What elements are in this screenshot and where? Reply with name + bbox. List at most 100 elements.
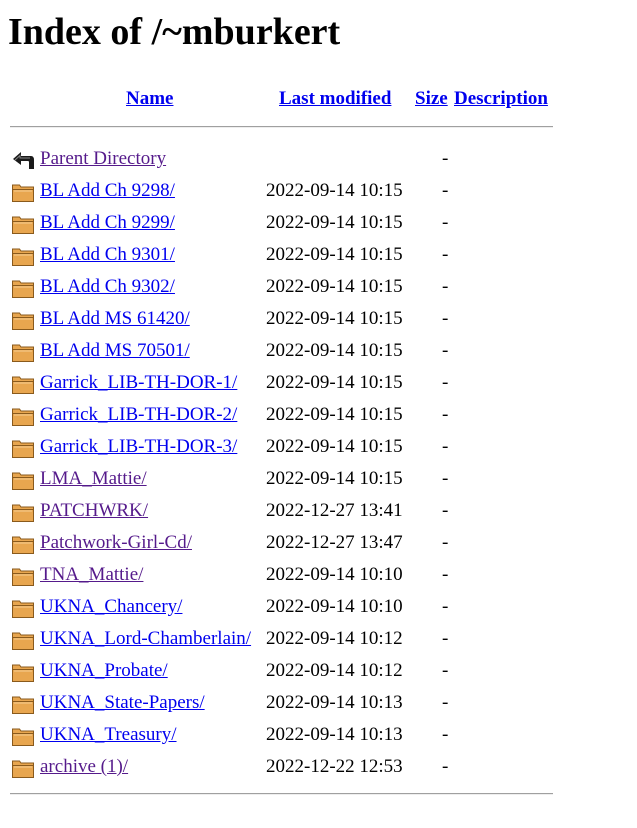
directory-row: TNA_Mattie/2022-09-14 10:10 - [0,562,637,594]
directory-row: BL Add Ch 9301/2022-09-14 10:15 - [0,242,637,274]
directory-row: UKNA_Chancery/2022-09-14 10:10 - [0,594,637,626]
directory-row: archive (1)/ 2022-12-22 12:53 - [0,754,637,786]
directory-link[interactable]: UKNA_State-Papers/ [40,692,205,714]
footer-divider [10,793,553,795]
last-modified-cell: 2022-12-22 12:53 [266,756,403,777]
directory-row: BL Add Ch 9302/2022-09-14 10:15 - [0,274,637,306]
directory-row: UKNA_Lord-Chamberlain/2022-09-14 10:12 - [0,626,637,658]
header-divider [10,126,553,128]
last-modified-cell: 2022-12-27 13:41 [266,500,403,521]
last-modified-cell: 2022-09-14 10:12 [266,628,403,649]
last-modified-cell: 2022-09-14 10:10 [266,564,403,585]
folder-icon [11,468,35,492]
size-cell: - [442,596,449,617]
size-cell: - [442,692,449,713]
back-arrow-icon [11,148,35,172]
directory-link[interactable]: Patchwork-Girl-Cd/ [40,532,192,554]
last-modified-cell: 2022-09-14 10:15 [266,244,403,265]
size-cell: - [442,212,449,233]
parent-directory-row: Parent Directory - [0,146,637,178]
directory-row: BL Add MS 70501/2022-09-14 10:15 - [0,338,637,370]
directory-row: Patchwork-Girl-Cd/2022-12-27 13:47 - [0,530,637,562]
directory-row: Garrick_LIB-TH-DOR-3/2022-09-14 10:15 - [0,434,637,466]
directory-link[interactable]: Garrick_LIB-TH-DOR-1/ [40,372,237,394]
column-header-size[interactable]: Size [415,88,448,110]
directory-link[interactable]: BL Add Ch 9302/ [40,276,175,298]
directory-row: LMA_Mattie/2022-09-14 10:15 - [0,466,637,498]
folder-icon [11,276,35,300]
directory-row: UKNA_Probate/2022-09-14 10:12 - [0,658,637,690]
directory-link[interactable]: PATCHWRK/ [40,500,148,522]
directory-row: BL Add Ch 9298/2022-09-14 10:15 - [0,178,637,210]
directory-link[interactable]: Garrick_LIB-TH-DOR-3/ [40,436,237,458]
directory-row: BL Add Ch 9299/2022-09-14 10:15 - [0,210,637,242]
folder-icon [11,692,35,716]
parent-directory-link[interactable]: Parent Directory [40,148,166,170]
last-modified-cell: 2022-09-14 10:15 [266,436,403,457]
last-modified-cell: 2022-09-14 10:15 [266,180,403,201]
size-cell: - [442,756,449,777]
size-cell: - [442,660,449,681]
directory-link[interactable]: LMA_Mattie/ [40,468,147,490]
size-cell: - [442,372,449,393]
last-modified-cell: 2022-09-14 10:12 [266,660,403,681]
column-header-name[interactable]: Name [126,88,173,110]
directory-row: UKNA_State-Papers/2022-09-14 10:13 - [0,690,637,722]
last-modified-cell: 2022-09-14 10:15 [266,340,403,361]
folder-icon [11,532,35,556]
directory-row: Garrick_LIB-TH-DOR-1/2022-09-14 10:15 - [0,370,637,402]
last-modified-cell: 2022-09-14 10:15 [266,212,403,233]
size-cell: - [442,308,449,329]
page-title: Index of /~mburkert [8,11,341,53]
folder-icon [11,308,35,332]
directory-link[interactable]: UKNA_Chancery/ [40,596,182,618]
size-cell: - [442,500,449,521]
folder-icon [11,340,35,364]
folder-icon [11,180,35,204]
directory-row: Garrick_LIB-TH-DOR-2/2022-09-14 10:15 - [0,402,637,434]
directory-link[interactable]: Garrick_LIB-TH-DOR-2/ [40,404,237,426]
directory-row: UKNA_Treasury/2022-09-14 10:13 - [0,722,637,754]
folder-icon [11,436,35,460]
folder-icon [11,372,35,396]
column-header-last-modified[interactable]: Last modified [279,88,391,110]
last-modified-cell: 2022-12-27 13:47 [266,532,403,553]
parent-size: - [442,148,449,169]
column-header-description[interactable]: Description [454,88,548,110]
folder-icon [11,404,35,428]
size-cell: - [442,436,449,457]
size-cell: - [442,628,449,649]
folder-icon [11,596,35,620]
directory-link[interactable]: TNA_Mattie/ [40,564,143,586]
folder-icon [11,756,35,780]
directory-link[interactable]: BL Add Ch 9299/ [40,212,175,234]
size-cell: - [442,340,449,361]
directory-row: BL Add MS 61420/2022-09-14 10:15 - [0,306,637,338]
directory-link[interactable]: archive (1)/ [40,756,128,778]
folder-icon [11,660,35,684]
directory-link[interactable]: BL Add MS 70501/ [40,340,190,362]
folder-icon [11,564,35,588]
size-cell: - [442,276,449,297]
folder-icon [11,628,35,652]
directory-link[interactable]: UKNA_Probate/ [40,660,168,682]
size-cell: - [442,180,449,201]
last-modified-cell: 2022-09-14 10:13 [266,724,403,745]
last-modified-cell: 2022-09-14 10:13 [266,692,403,713]
last-modified-cell: 2022-09-14 10:15 [266,468,403,489]
folder-icon [11,212,35,236]
last-modified-cell: 2022-09-14 10:15 [266,308,403,329]
last-modified-cell: 2022-09-14 10:10 [266,596,403,617]
size-cell: - [442,468,449,489]
directory-link[interactable]: BL Add Ch 9301/ [40,244,175,266]
directory-link[interactable]: UKNA_Lord-Chamberlain/ [40,628,251,650]
size-cell: - [442,532,449,553]
folder-icon [11,244,35,268]
directory-link[interactable]: UKNA_Treasury/ [40,724,177,746]
folder-icon [11,500,35,524]
directory-link[interactable]: BL Add Ch 9298/ [40,180,175,202]
directory-link[interactable]: BL Add MS 61420/ [40,308,190,330]
size-cell: - [442,564,449,585]
size-cell: - [442,724,449,745]
last-modified-cell: 2022-09-14 10:15 [266,372,403,393]
